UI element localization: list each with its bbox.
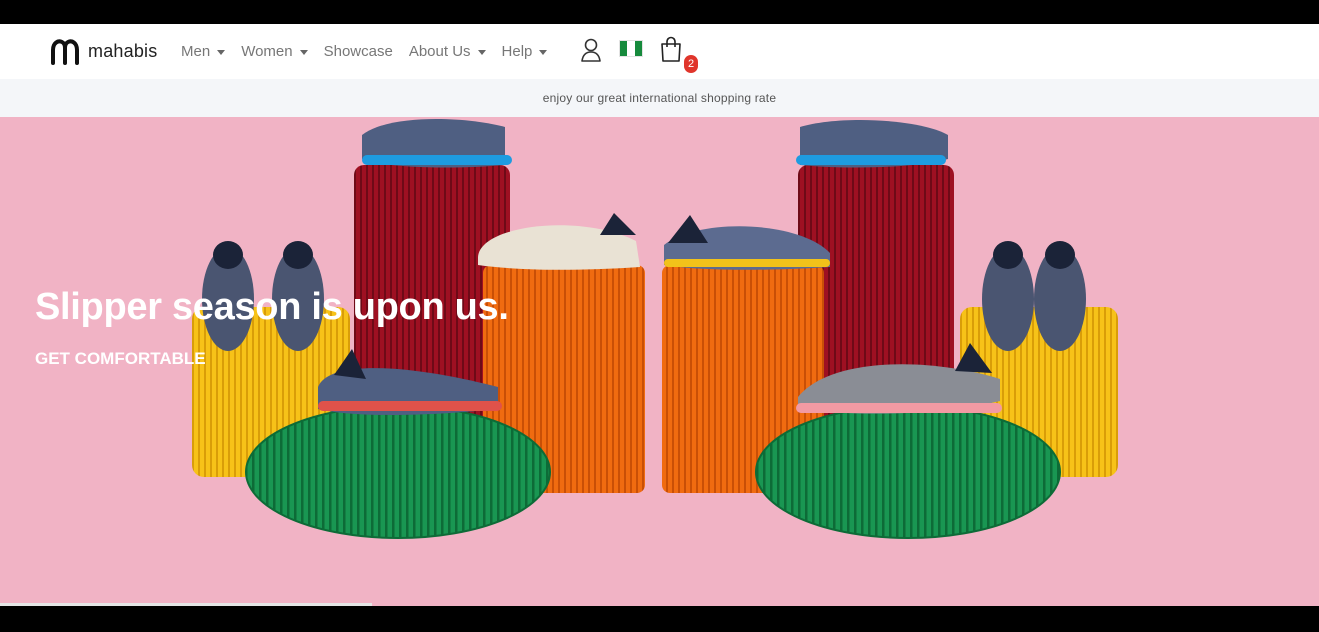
nav-item-about-us[interactable]: About Us — [409, 43, 486, 60]
hero-banner[interactable]: Slipper season is upon us. GET COMFORTAB… — [0, 117, 1319, 606]
caret-down-icon — [299, 49, 308, 55]
nav-label: About Us — [408, 43, 471, 60]
nav-item-women[interactable]: Women — [241, 43, 308, 60]
promo-banner: enjoy our great international shopping r… — [0, 79, 1319, 117]
user-icon[interactable] — [580, 38, 602, 62]
mahabis-logo-icon — [51, 39, 79, 65]
promo-text: enjoy our great international shopping r… — [542, 91, 777, 105]
get-comfortable-link[interactable]: GET COMFORTABLE — [35, 349, 206, 369]
nigeria-flag-icon[interactable] — [619, 40, 643, 57]
caret-down-icon — [217, 49, 226, 55]
cart-count-badge: 2 — [684, 55, 698, 73]
nav-label: Showcase — [323, 43, 393, 60]
screen-top-edge — [0, 0, 1319, 24]
brand-name: mahabis — [88, 40, 158, 61]
brand-logo[interactable]: mahabis — [50, 37, 157, 65]
main-navbar: mahabis Men Women Showcase About Us Help… — [0, 24, 1319, 79]
nav-item-help[interactable]: Help — [502, 43, 548, 60]
primary-nav: Men Women Showcase About Us Help — [181, 24, 563, 79]
screen-bottom-edge — [0, 606, 1319, 632]
nav-label: Men — [181, 43, 211, 60]
nav-item-men[interactable]: Men — [181, 43, 226, 60]
caret-down-icon — [539, 49, 548, 55]
hero-title: Slipper season is upon us. — [35, 286, 509, 328]
caret-down-icon — [477, 49, 486, 55]
nav-label: Help — [501, 43, 533, 60]
nav-label: Women — [241, 43, 293, 60]
shopping-bag-icon[interactable] — [660, 36, 682, 62]
nav-item-showcase[interactable]: Showcase — [324, 43, 393, 60]
right-display — [662, 120, 1118, 539]
